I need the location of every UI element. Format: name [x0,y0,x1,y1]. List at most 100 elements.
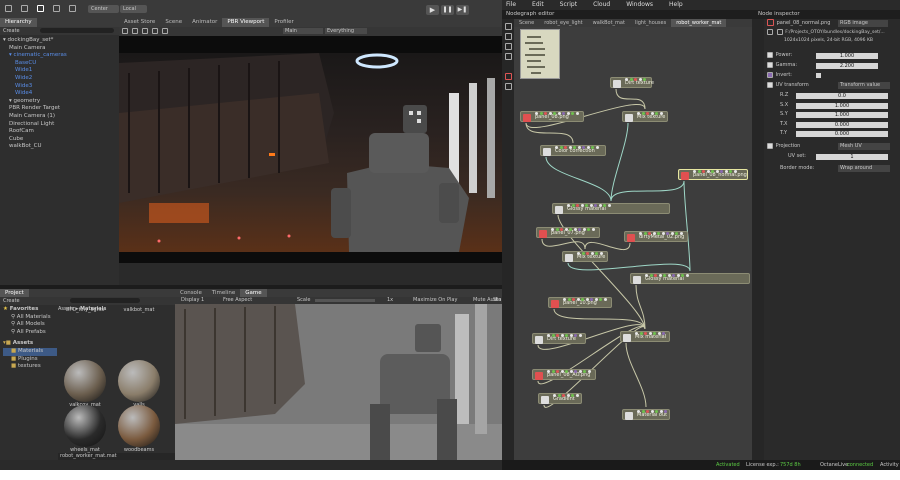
node-pin[interactable] [676,274,680,277]
node-pin[interactable] [634,78,637,81]
node-pin[interactable] [556,334,559,337]
node-pin[interactable] [652,232,656,235]
node-pin[interactable] [644,332,647,335]
pivot-local-button[interactable]: Local [120,5,147,13]
hierarchy-item[interactable]: ▾ cinematic_cameras [3,52,117,60]
power-field[interactable]: 1.000 [816,52,878,59]
graph-node[interactable]: panel_08.png [520,111,584,122]
node-pin[interactable] [567,204,570,207]
node-pin[interactable] [664,410,667,413]
project-search-input[interactable] [70,298,140,303]
node-pin[interactable] [650,410,654,413]
node-pin[interactable] [724,170,728,173]
menu-item[interactable]: Help [669,0,683,10]
node-pin[interactable] [547,334,550,337]
graph-node[interactable]: Dirt texture [610,77,654,88]
node-pin[interactable] [577,252,580,255]
node-pin[interactable] [643,232,647,235]
display-dropdown[interactable]: Display 1 [181,297,204,304]
rotate-tool-icon[interactable] [37,5,44,12]
material-asset[interactable]: UFO_tiny_lights [60,307,110,313]
node-pin[interactable] [571,112,574,115]
node-pin[interactable] [581,252,585,255]
hierarchy-item[interactable]: Wide4 [3,90,117,98]
node-input-pins[interactable] [639,229,684,235]
node-pin[interactable] [575,112,579,115]
favorite-item[interactable]: ⚲ All Materials [3,314,57,322]
graph-node[interactable]: panel_08_AO.png [532,369,596,380]
scene-tab[interactable]: Scene [160,18,187,27]
hierarchy-item[interactable]: Main Camera (1) [3,113,117,121]
node-input-pins[interactable] [635,329,667,335]
node-pin[interactable] [648,232,651,235]
node-pin[interactable] [547,370,550,373]
node-pin[interactable] [580,204,584,207]
favorites-header[interactable]: ★ Favorites [3,306,57,314]
node-pin[interactable] [594,298,598,301]
node-name-field[interactable]: panel_08_normal.png [777,19,831,28]
folder-item[interactable]: ■ Materials [3,347,57,356]
node-pin[interactable] [567,298,571,301]
hierarchy-item[interactable]: Wide1 [3,67,117,75]
node-pin[interactable] [659,112,663,115]
node-pin[interactable] [589,204,593,207]
node-pin[interactable] [629,78,633,81]
node-pin[interactable] [641,410,645,413]
node-pin[interactable] [557,112,561,115]
rect-tool-icon[interactable] [69,5,76,12]
graph-color-icon[interactable] [505,73,512,80]
nodegraph-canvas[interactable]: Dirt texture panel_08.png Mix texture Color… [514,27,752,460]
graph-delete-icon[interactable] [505,83,512,90]
node-pin[interactable] [638,78,642,81]
project-create-button[interactable]: Create [3,298,20,304]
node-pin[interactable] [657,332,661,335]
pause-button[interactable]: ❚❚ [441,5,454,15]
graph-node[interactable]: dirtyMetal_02.png [624,231,688,242]
node-pin[interactable] [637,410,640,413]
hand-tool-icon[interactable] [5,5,12,12]
node-pin[interactable] [573,146,576,149]
node-input-pins[interactable] [637,407,669,413]
node-pin[interactable] [565,334,568,337]
node-input-pins[interactable] [645,271,690,277]
scene-viewport[interactable] [119,36,502,263]
node-pin[interactable] [654,274,657,277]
folder-item[interactable]: ■ Plugins [3,356,57,364]
sy-field[interactable]: 1.000 [796,111,888,118]
node-pin[interactable] [655,410,658,413]
hierarchy-item[interactable]: walkBot_CU [3,143,117,151]
node-pin[interactable] [559,146,563,149]
node-pin[interactable] [667,274,671,277]
graph-fit-icon[interactable] [505,23,512,30]
hierarchy-tab[interactable]: Hierarchy [0,18,119,27]
node-pin[interactable] [595,146,599,149]
node-pin[interactable] [603,298,607,301]
node-pin[interactable] [572,298,575,301]
folder-icon[interactable] [767,28,773,35]
graph-node[interactable]: Mix texture [622,111,668,122]
node-pin[interactable] [551,370,555,373]
node-pin[interactable] [637,112,640,115]
node-input-pins[interactable] [577,249,604,255]
node-pin[interactable] [706,170,710,173]
maximize-on-play-toggle[interactable]: Maximize On Play [413,297,457,304]
tx-field[interactable]: 0.000 [796,121,888,128]
hierarchy-item[interactable]: PBR Render Target [3,105,117,113]
node-pin[interactable] [557,394,561,397]
aspect-dropdown[interactable]: Free Aspect [223,297,252,304]
scene-tab[interactable]: Animator [187,18,222,27]
node-pin[interactable] [581,298,584,301]
node-pin[interactable] [681,274,684,277]
node-pin[interactable] [582,146,585,149]
node-pin[interactable] [659,410,663,413]
node-input-pins[interactable] [535,109,580,115]
node-pin[interactable] [563,298,566,301]
graph-node[interactable]: Glossy material [630,273,750,284]
node-pin[interactable] [553,394,556,397]
node-pin[interactable] [535,112,538,115]
effects-icon[interactable] [161,27,168,34]
node-pin[interactable] [653,332,656,335]
graph-layout-icon[interactable] [505,43,512,50]
node-pin[interactable] [560,228,563,231]
border-mode-dropdown[interactable]: Wrap around [838,165,890,172]
